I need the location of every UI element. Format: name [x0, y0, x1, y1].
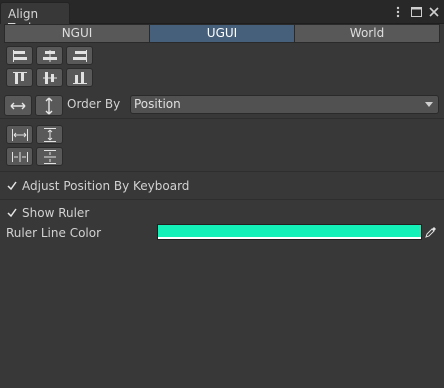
close-icon[interactable]: [428, 5, 440, 19]
title-bar: Align Tools: [0, 0, 444, 35]
alpha-bar: [158, 237, 421, 239]
horizontal-order-icon: [10, 102, 26, 109]
align-tools-window: Align Tools NGUI UGUI World: [0, 0, 444, 388]
window-controls: [392, 3, 440, 21]
ruler-line-color-field[interactable]: [157, 224, 422, 240]
align-top-icon: [12, 71, 27, 84]
maximize-icon[interactable]: [410, 5, 422, 19]
align-right-button[interactable]: [66, 46, 93, 65]
kebab-menu-icon[interactable]: [392, 5, 404, 19]
vertical-order-button[interactable]: [35, 95, 63, 116]
align-center-vertical-icon: [42, 71, 57, 84]
distribute-vertical-button[interactable]: [36, 125, 63, 144]
eyedropper-button[interactable]: [423, 224, 439, 240]
order-by-dropdown[interactable]: Position: [130, 95, 439, 114]
vertical-order-icon: [45, 97, 53, 114]
window-tab[interactable]: Align Tools: [0, 2, 70, 35]
adjust-position-by-keyboard-toggle[interactable]: Adjust Position By Keyboard: [6, 179, 189, 193]
checkmark-icon[interactable]: [6, 207, 18, 219]
show-ruler-toggle[interactable]: Show Ruler: [6, 206, 89, 220]
order-by-label: Order By: [67, 97, 121, 111]
show-ruler-label: Show Ruler: [22, 206, 90, 220]
mode-tab-ngui[interactable]: NGUI: [4, 24, 149, 43]
chevron-down-icon: [425, 102, 433, 107]
align-left-icon: [12, 49, 27, 62]
distribute-horizontal-gap-icon: [11, 151, 28, 162]
align-center-vertical-button[interactable]: [36, 68, 63, 87]
mode-tab-ugui[interactable]: UGUI: [149, 24, 294, 43]
align-center-horizontal-icon: [42, 49, 57, 62]
divider: [0, 199, 444, 200]
distribute-horizontal-button[interactable]: [6, 125, 33, 144]
align-top-button[interactable]: [6, 68, 33, 87]
ruler-line-color-label: Ruler Line Color: [6, 226, 102, 240]
mode-tab-world[interactable]: World: [294, 24, 440, 43]
horizontal-order-button[interactable]: [4, 95, 32, 116]
checkmark-icon[interactable]: [6, 180, 18, 192]
distribute-horizontal-icon: [11, 128, 28, 141]
align-right-icon: [72, 49, 87, 62]
distribute-horizontal-gap-button[interactable]: [6, 147, 33, 166]
adjust-position-by-keyboard-label: Adjust Position By Keyboard: [22, 179, 190, 193]
distribute-vertical-gap-button[interactable]: [36, 147, 63, 166]
align-left-button[interactable]: [6, 46, 33, 65]
align-bottom-icon: [72, 71, 87, 84]
align-center-horizontal-button[interactable]: [36, 46, 63, 65]
distribute-vertical-gap-icon: [43, 149, 56, 164]
distribute-vertical-icon: [43, 127, 56, 142]
order-by-selected: Position: [134, 97, 181, 111]
divider: [0, 171, 444, 172]
divider: [0, 118, 444, 119]
mode-toolbar: NGUI UGUI World: [4, 24, 440, 43]
align-bottom-button[interactable]: [66, 68, 93, 87]
eyedropper-icon: [425, 227, 436, 238]
